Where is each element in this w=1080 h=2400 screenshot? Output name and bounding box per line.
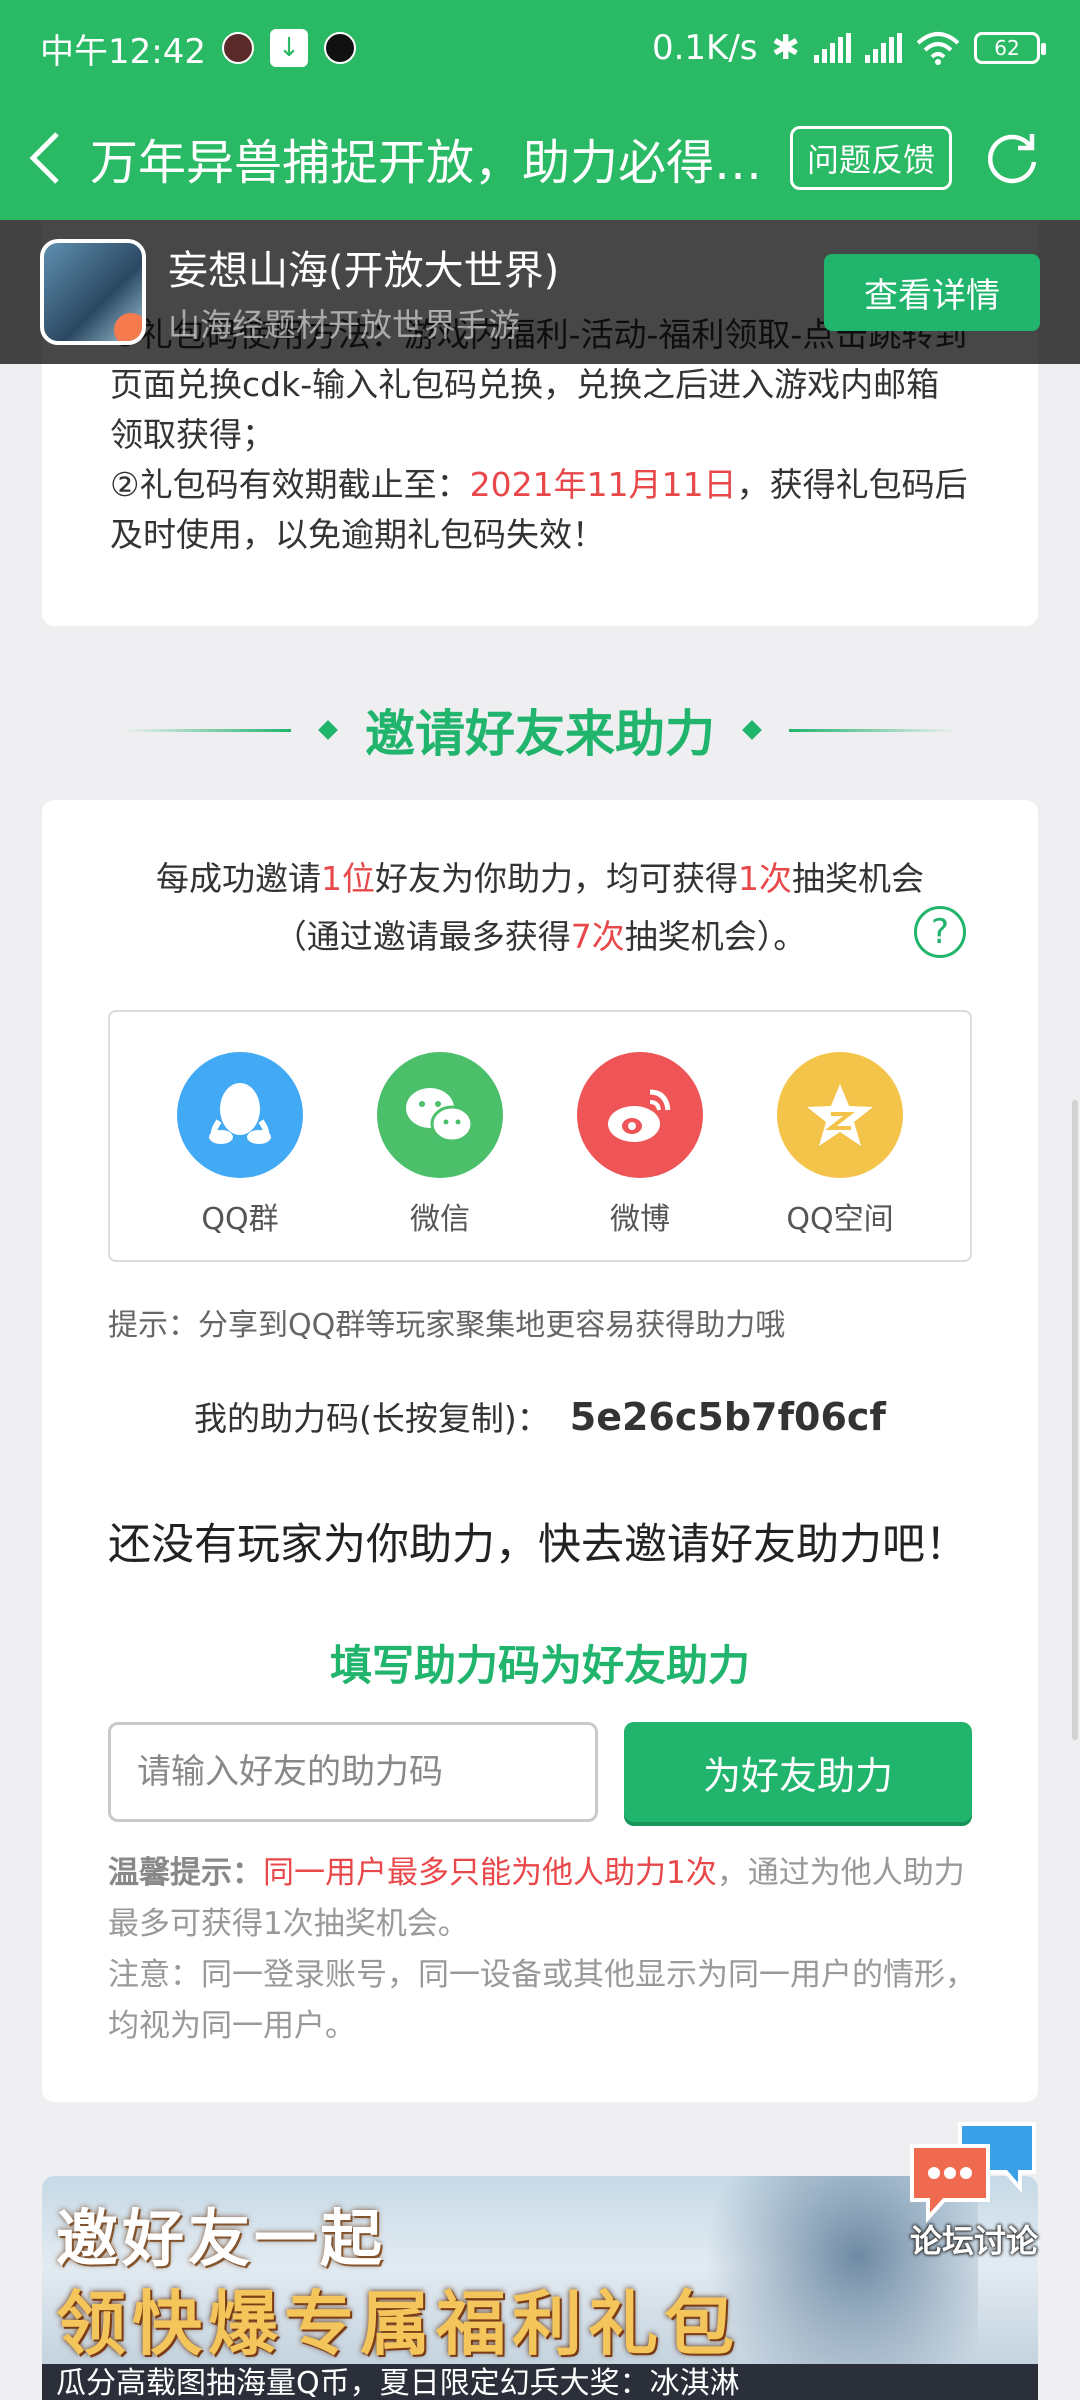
view-details-button[interactable]: 查看详情: [824, 253, 1040, 331]
status-bar: 中午12:42 ↓ 0.1K/s ✱ 62: [0, 0, 1080, 96]
banner-line-2: 领快爆专属福利礼包: [56, 2283, 740, 2365]
share-panel: QQ群 微信 微博 QQ空间: [108, 1010, 972, 1262]
net-speed: 0.1K/s: [651, 28, 758, 68]
wifi-icon: [916, 32, 960, 65]
forum-discussion-button[interactable]: 论坛讨论: [904, 2120, 1044, 2260]
invite-description: 每成功邀请1位好友为你助力，均可获得1次抽奖机会 （通过邀请最多获得7次抽奖机会…: [156, 859, 924, 956]
share-wechat[interactable]: 微信: [377, 1052, 503, 1260]
game-app-icon[interactable]: [40, 239, 146, 345]
share-weibo[interactable]: 微博: [577, 1052, 703, 1260]
warm-tip-highlight: 同一用户最多只能为他人助力1次: [263, 1855, 717, 1891]
warm-tip-label: 温馨提示：: [108, 1855, 263, 1891]
refresh-icon[interactable]: [982, 128, 1042, 188]
signal-icon: [814, 33, 851, 63]
share-label: QQ群: [201, 1202, 279, 1237]
share-qzone[interactable]: QQ空间: [777, 1052, 903, 1260]
banner-line-3: 瓜分高载图抽海量Q币，夏日限定幻兵大奖：冰淇淋: [42, 2364, 1038, 2400]
chevron-left-icon: [29, 132, 59, 184]
share-label: QQ空间: [786, 1202, 894, 1237]
share-tip: 提示：分享到QQ群等玩家聚集地更容易获得助力哦: [108, 1308, 786, 1343]
game-info: 妄想山海(开放大世界) 山海经题材开放世界手游: [168, 238, 559, 346]
question-icon[interactable]: ?: [914, 906, 966, 958]
download-icon: ↓: [269, 29, 308, 67]
help-code-label: 我的助力码(长按复制)：: [194, 1399, 550, 1438]
notification-app-icon: [221, 32, 254, 64]
section-heading: 邀请好友来助力: [0, 690, 1080, 770]
fill-code-title: 填写助力码为好友助力: [329, 1641, 750, 1690]
help-code-value[interactable]: 5e26c5b7f06cf: [570, 1395, 886, 1439]
expiry-date: 2021年11月11日: [469, 465, 737, 504]
title-bar: 万年异兽捕捉开放，助力必得… 问题反馈: [0, 96, 1080, 220]
weibo-icon: [577, 1052, 703, 1178]
qq-icon: [177, 1052, 303, 1178]
qzone-icon: [777, 1052, 903, 1178]
help-friend-button[interactable]: 为好友助力: [624, 1722, 972, 1822]
bluetooth-icon: ✱: [771, 28, 801, 68]
invite-section-title: 邀请好友来助力: [365, 705, 715, 763]
invite-card: 每成功邀请1位好友为你助力，均可获得1次抽奖机会 （通过邀请最多获得7次抽奖机会…: [42, 800, 1038, 2102]
my-help-code-row: 我的助力码(长按复制)： 5e26c5b7f06cf: [42, 1392, 1038, 1440]
chat-bubbles-icon: [910, 2122, 1036, 2224]
share-label: 微博: [610, 1202, 670, 1237]
notification-app-icon-2: [323, 32, 356, 64]
game-info-bar: 妄想山海(开放大世界) 山海经题材开放世界手游 查看详情: [0, 220, 1080, 364]
banner-line-1: 邀好友一起: [56, 2202, 387, 2275]
diamond-icon: [742, 720, 762, 740]
game-subtitle: 山海经题材开放世界手游: [168, 306, 521, 344]
battery-icon: 62: [974, 32, 1046, 64]
diamond-icon: [318, 720, 338, 740]
scrollbar[interactable]: [1072, 1100, 1078, 1740]
no-helpers-message: 还没有玩家为你助力，快去邀请好友助力吧！: [108, 1520, 968, 1570]
friend-code-input[interactable]: [108, 1722, 598, 1822]
game-name: 妄想山海(开放大世界): [168, 248, 560, 294]
divider-line-right: [789, 728, 959, 732]
share-label: 微信: [410, 1202, 470, 1237]
back-button[interactable]: [0, 96, 90, 220]
rule-line-2: ②礼包码有效期截止至：2021年11月11日，获得礼包码后及时使用，以免逾期礼包…: [110, 465, 968, 554]
forum-label: 论坛讨论: [909, 2222, 1038, 2260]
page-title: 万年异兽捕捉开放，助力必得…: [90, 135, 763, 191]
feedback-button[interactable]: 问题反馈: [790, 126, 953, 190]
signal-hd-icon: [865, 33, 902, 63]
share-qq-group[interactable]: QQ群: [177, 1052, 303, 1260]
status-time: 中午12:42: [40, 31, 206, 72]
divider-line-left: [121, 728, 291, 732]
wechat-icon: [377, 1052, 503, 1178]
promo-banner[interactable]: 邀好友一起 领快爆专属福利礼包 瓜分高载图抽海量Q币，夏日限定幻兵大奖：冰淇淋: [42, 2176, 1038, 2400]
warm-tips: 温馨提示：同一用户最多只能为他人助力1次，通过为他人助力最多可获得1次抽奖机会。…: [108, 1848, 978, 2052]
warm-tip-note: 注意：同一登录账号，同一设备或其他显示为同一用户的情形，均视为同一用户。: [108, 1957, 976, 2044]
